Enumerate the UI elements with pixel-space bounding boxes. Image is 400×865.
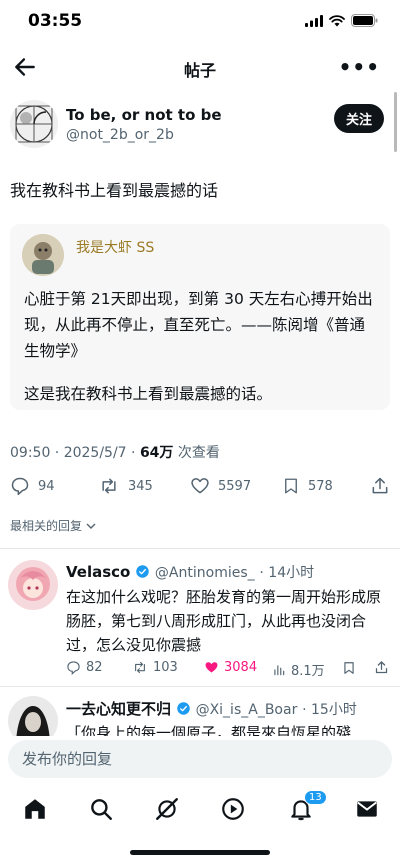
reply-input[interactable] xyxy=(8,740,392,778)
divider xyxy=(0,548,400,549)
reply-reply-action[interactable]: 82 xyxy=(66,660,103,675)
follow-button[interactable]: 关注 xyxy=(333,104,384,133)
reply-text: 在这加什么戏呢？胚胎发育的第一周开始形成原肠胚，第七到八周形成肛门，从此再也没闭… xyxy=(66,588,382,654)
share-icon xyxy=(375,661,388,674)
more-options-icon[interactable]: ••• xyxy=(339,55,380,79)
quote-text: 心脏于第 21天即出现，到第 30 天左右心搏开始出现，从此再不停止，直至死亡。… xyxy=(24,290,373,360)
reply-repost-count: 103 xyxy=(153,660,178,675)
bookmark-icon xyxy=(344,662,354,674)
verified-badge-icon xyxy=(136,565,149,578)
verified-badge-icon xyxy=(177,702,190,715)
reply-header: Velasco @Antinomies_ · 14小时 xyxy=(66,562,314,582)
reply-icon xyxy=(11,477,29,496)
author-handle[interactable]: @not_2b_or_2b xyxy=(66,127,174,143)
reply-reply-count: 82 xyxy=(86,660,103,675)
reply-like-action[interactable]: 3084 xyxy=(204,660,257,675)
wifi-icon xyxy=(329,14,345,26)
repost-icon xyxy=(102,478,116,494)
heart-icon xyxy=(191,478,209,494)
mail-icon[interactable] xyxy=(354,796,380,822)
post-author: To be, or not to be @not_2b_or_2b 关注 xyxy=(10,100,390,150)
reply-author-name[interactable]: 一去心知更不归 xyxy=(66,700,171,718)
reply-compose[interactable] xyxy=(8,740,392,778)
reply-time: · 14小时 xyxy=(259,565,315,581)
chevron-down-icon xyxy=(86,523,96,529)
reply-text: 「你身上的每一個原子，都是來自恆星的殘 xyxy=(66,724,352,736)
like-count: 5597 xyxy=(218,478,252,494)
reply-avatar[interactable] xyxy=(8,696,58,736)
notifications-tab[interactable]: 13 xyxy=(288,790,327,822)
bookmark-icon xyxy=(285,478,297,494)
post-time-date: 09:50 · 2025/5/7 · xyxy=(10,445,140,461)
divider xyxy=(0,686,400,687)
video-play-icon[interactable] xyxy=(220,796,246,822)
repost-action[interactable]: 345 xyxy=(98,476,153,496)
bookmark-count: 578 xyxy=(308,478,333,494)
status-icons xyxy=(305,14,378,27)
reply-actions: 82 103 3084 8.1万 xyxy=(66,660,390,680)
reply-sort-label: 最相关的回复 xyxy=(10,519,83,533)
battery-icon xyxy=(351,14,378,27)
reply-time: · 15小时 xyxy=(302,702,357,718)
share-action[interactable] xyxy=(370,476,390,496)
post-text: 我在教科书上看到最震撼的话 xyxy=(10,181,219,200)
reply-icon xyxy=(67,661,80,675)
like-action[interactable]: 5597 xyxy=(190,476,251,496)
view-label: 次查看 xyxy=(173,445,220,461)
home-indicator xyxy=(130,850,270,855)
notification-badge: 13 xyxy=(304,790,327,805)
reply-view-count: 8.1万 xyxy=(291,664,325,679)
reply-bookmark-action[interactable] xyxy=(342,660,356,676)
reply-share-action[interactable] xyxy=(374,660,389,675)
signal-icon xyxy=(305,14,323,27)
reply-views[interactable]: 8.1万 xyxy=(272,660,325,679)
views-bar-icon xyxy=(274,664,285,675)
reply-author-handle[interactable]: @Xi_is_A_Boar xyxy=(196,702,298,718)
reply-author-name[interactable]: Velasco xyxy=(66,563,130,581)
reply-count: 94 xyxy=(38,478,55,494)
reply-action[interactable]: 94 xyxy=(10,476,55,496)
home-icon[interactable] xyxy=(22,796,48,822)
reply-item[interactable]: Velasco @Antinomies_ · 14小时 在这加什么戏呢？胚胎发育… xyxy=(0,560,400,682)
status-bar: 03:55 xyxy=(0,0,400,46)
quote-avatar xyxy=(22,234,64,276)
share-icon xyxy=(372,477,388,494)
quote-author-name: 我是大虾 SS xyxy=(76,240,155,256)
repost-icon xyxy=(135,661,145,674)
nav-bar: 帖子 ••• xyxy=(0,46,400,90)
post-actions: 94 345 5597 578 xyxy=(0,476,400,500)
reply-item[interactable]: 一去心知更不归 @Xi_is_A_Boar · 15小时 「你身上的每一個原子，… xyxy=(0,696,400,736)
view-count: 64万 xyxy=(139,445,174,461)
post-meta: 09:50 · 2025/5/7 · 64万 次查看 xyxy=(10,442,220,462)
reply-sort-dropdown[interactable]: 最相关的回复 xyxy=(10,517,96,534)
scrollbar[interactable] xyxy=(394,92,397,152)
repost-count: 345 xyxy=(128,478,153,494)
bottom-tab-bar: 13 xyxy=(0,786,400,836)
bookmark-action[interactable]: 578 xyxy=(282,476,333,496)
status-time: 03:55 xyxy=(28,11,83,31)
heart-filled-icon xyxy=(205,662,218,673)
grok-icon[interactable] xyxy=(154,796,180,822)
reply-header: 一去心知更不归 @Xi_is_A_Boar · 15小时 xyxy=(66,698,357,719)
reply-avatar[interactable] xyxy=(8,560,58,610)
reply-author-handle[interactable]: @Antinomies_ xyxy=(155,565,255,581)
search-icon[interactable] xyxy=(88,796,114,822)
author-avatar[interactable] xyxy=(10,100,58,148)
quote-text-2: 这是我在教科书上看到最震撼的话。 xyxy=(24,385,273,403)
reply-repost-action[interactable]: 103 xyxy=(132,660,178,675)
reply-like-count: 3084 xyxy=(224,660,258,675)
quoted-image[interactable]: 我是大虾 SS 心脏于第 21天即出现，到第 30 天左右心搏开始出现，从此再不… xyxy=(10,224,390,410)
author-name[interactable]: To be, or not to be xyxy=(66,106,222,124)
